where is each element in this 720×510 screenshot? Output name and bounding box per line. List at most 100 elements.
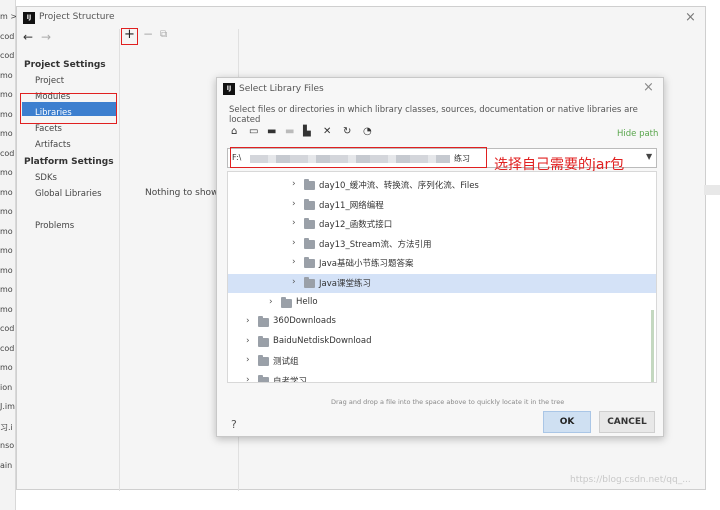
chevron-down-icon[interactable]: ▼ — [646, 152, 652, 161]
editor-tab-fragment: mo — [0, 109, 13, 119]
add-icon[interactable]: + — [124, 27, 135, 42]
folder-icon — [304, 179, 315, 190]
editor-tab-fragment: ain — [0, 460, 13, 470]
folder-icon — [304, 198, 315, 210]
chevron-right-icon[interactable]: › — [246, 375, 250, 382]
new-folder-icon[interactable]: ▙ — [303, 126, 311, 137]
chevron-right-icon[interactable]: › — [292, 257, 296, 267]
help-icon[interactable]: ? — [231, 418, 237, 431]
chevron-right-icon[interactable]: › — [292, 238, 296, 248]
delete-icon[interactable]: ✕ — [323, 126, 331, 137]
empty-list-message: Nothing to show — [145, 188, 219, 198]
folder-icon — [304, 277, 315, 288]
chevron-right-icon[interactable]: › — [292, 179, 296, 189]
remove-icon[interactable]: − — [143, 27, 153, 41]
close-icon[interactable]: × — [685, 10, 696, 25]
tree-row[interactable]: › Java基础小节练习题答案 — [228, 254, 656, 273]
editor-tab-fragment: ion — [0, 382, 13, 392]
folder-icon[interactable]: ▬ — [267, 126, 276, 137]
chevron-right-icon[interactable]: › — [246, 316, 250, 326]
tree-row-label: day10_缓冲流、转换流、序列化流、Files — [319, 181, 479, 191]
file-chooser-toolbar: ⌂ ▭ ▬ ▬ ▙ ✕ ↻ ◔ — [229, 126, 389, 140]
tree-row-label: day11_网络编程 — [319, 200, 384, 211]
editor-tab-fragment: mo — [0, 70, 13, 80]
hide-path-link[interactable]: Hide path — [617, 129, 658, 139]
refresh-icon[interactable]: ↻ — [343, 126, 351, 137]
tree-row-label: BaiduNetdiskDownload — [273, 335, 372, 346]
tree-row-label: Hello — [296, 296, 318, 307]
editor-tab-fragment: cod — [0, 343, 15, 353]
chevron-right-icon[interactable]: › — [292, 199, 296, 209]
show-hidden-icon[interactable]: ◔ — [363, 126, 372, 137]
tree-row[interactable]: › 测试组 — [228, 352, 656, 371]
tree-row[interactable]: › BaiduNetdiskDownload — [228, 333, 656, 352]
tree-row[interactable]: › 360Downloads — [228, 313, 656, 332]
window-title: Project Structure — [39, 12, 115, 22]
folder-icon — [304, 237, 315, 249]
dialog-title: Select Library Files — [239, 84, 324, 94]
tree-row[interactable]: › day10_缓冲流、转换流、序列化流、Files — [228, 176, 656, 195]
watermark: https://blog.csdn.net/qq_... — [570, 475, 691, 485]
editor-tab-fragment: mo — [0, 129, 13, 138]
folder-icon — [304, 257, 315, 269]
intellij-logo-icon: IJ — [223, 83, 235, 95]
editor-tab-fragment: J.im — [0, 402, 15, 411]
editor-tab-fragment: mo — [0, 265, 13, 275]
intellij-logo-icon: IJ — [23, 12, 35, 24]
home-icon[interactable]: ⌂ — [231, 126, 237, 137]
editor-tab-fragment: mo — [0, 207, 13, 216]
editor-tab-fragment: mo — [0, 363, 13, 372]
select-library-files-dialog: IJ Select Library Files × Select files o… — [216, 77, 664, 437]
editor-tab-fragment: mo — [0, 187, 13, 197]
tree-row[interactable]: › day11_网络编程 — [228, 196, 656, 215]
project-structure-titlebar: IJ Project Structure × — [17, 7, 705, 29]
back-arrow-icon[interactable]: ← — [23, 30, 33, 44]
chevron-right-icon[interactable]: › — [246, 336, 250, 346]
sidebar-item-project[interactable]: Project — [35, 76, 64, 86]
editor-tab-fragment: mo — [0, 90, 13, 99]
close-icon[interactable]: × — [643, 80, 654, 95]
tree-scrollbar[interactable] — [651, 310, 654, 382]
editor-left-strip: m > cod cod mo mo mo mo cod mo mo mo mo mo mo mo mo cod c… — [0, 0, 16, 510]
editor-tab-fragment: mo — [0, 304, 13, 314]
tree-row[interactable]: › 自考学习 — [228, 372, 656, 383]
editor-tab-fragment: mo — [0, 246, 13, 255]
sidebar-item-sdks[interactable]: SDKs — [35, 173, 57, 183]
sidebar-item-global-libraries[interactable]: Global Libraries — [35, 189, 102, 199]
path-highlight-box — [230, 147, 487, 168]
tree-row-label: 测试组 — [273, 357, 299, 368]
tree-row[interactable]: › Java课堂练习 — [228, 274, 656, 293]
tree-row[interactable]: › day12_函数式接口 — [228, 215, 656, 234]
editor-tab-fragment: nso — [0, 441, 15, 450]
tree-row[interactable]: › Hello — [228, 294, 656, 313]
forward-arrow-icon[interactable]: → — [41, 30, 51, 44]
file-tree: › day10_缓冲流、转换流、序列化流、Files › day11_网络编程 › day… — [227, 171, 657, 383]
editor-tab-fragment: cod — [0, 324, 15, 333]
editor-tab-fragment: cod — [0, 51, 15, 60]
copy-icon[interactable]: ⧉ — [160, 29, 167, 40]
tree-row-label: day13_Stream流、方法引用 — [319, 239, 432, 250]
chevron-right-icon[interactable]: › — [246, 355, 250, 365]
editor-tab-fragment: 习.i — [0, 422, 13, 432]
folder-icon — [258, 375, 269, 382]
drag-drop-hint: Drag and drop a file into the space abov… — [331, 398, 565, 406]
tree-row[interactable]: › day13_Stream流、方法引用 — [228, 235, 656, 254]
nav-buttons: ← → — [17, 29, 119, 49]
cancel-button[interactable]: CANCEL — [599, 411, 655, 433]
dialog-description: Select files or directories in which lib… — [229, 105, 638, 125]
sidebar-item-facets[interactable]: Facets — [35, 124, 62, 134]
tree-row-label: 自考学习 — [273, 377, 308, 383]
tree-row-label: Java基础小节练习题答案 — [319, 259, 414, 270]
sidebar-item-problems[interactable]: Problems — [35, 221, 74, 231]
desktop-icon[interactable]: ▭ — [249, 126, 258, 137]
tree-row-label: day12_函数式接口 — [319, 220, 393, 231]
sidebar-item-artifacts[interactable]: Artifacts — [35, 140, 71, 150]
chevron-right-icon[interactable]: › — [269, 297, 273, 307]
editor-tab-fragment: mo — [0, 168, 13, 177]
folder-icon — [304, 218, 315, 230]
tree-row-label: 360Downloads — [273, 316, 336, 327]
ok-button[interactable]: OK — [543, 411, 591, 433]
chevron-right-icon[interactable]: › — [292, 218, 296, 228]
chevron-right-icon[interactable]: › — [292, 277, 296, 287]
editor-tab-fragment: mo — [0, 285, 13, 294]
